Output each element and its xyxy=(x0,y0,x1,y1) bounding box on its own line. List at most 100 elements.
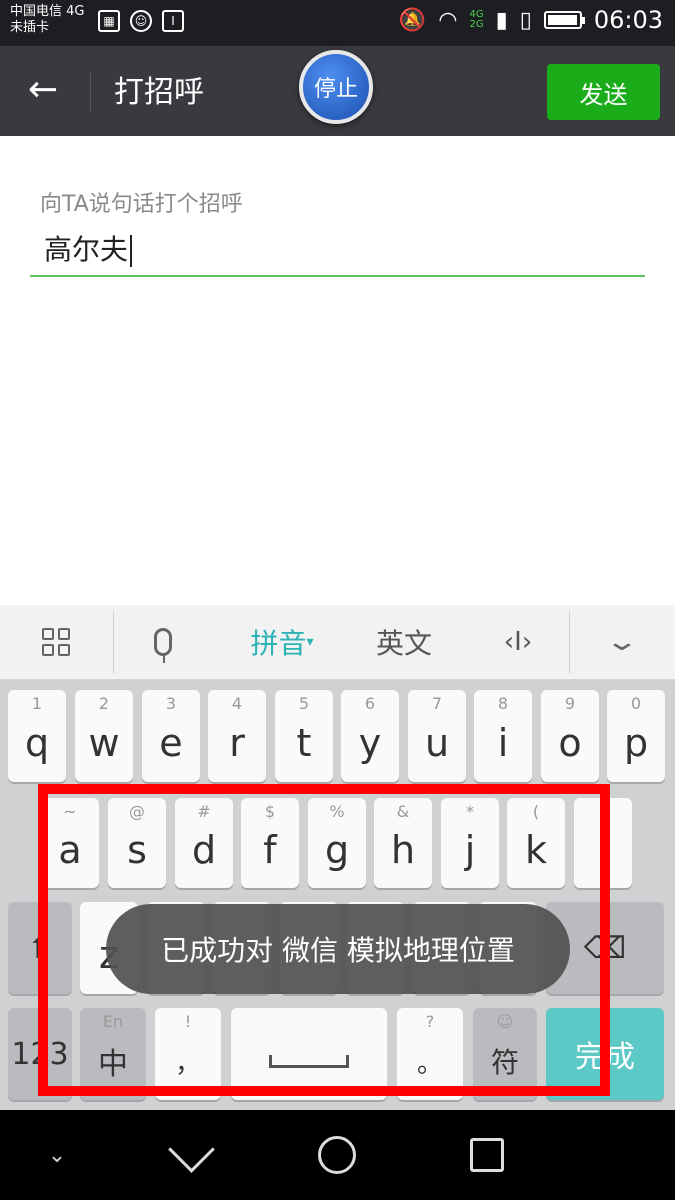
key-sub-label: % xyxy=(329,802,345,821)
number-mode-key[interactable]: 123 xyxy=(8,1008,72,1100)
key-sub-label: & xyxy=(396,802,410,821)
key-label: w xyxy=(88,721,120,765)
key-label: e xyxy=(159,721,183,765)
recent-apps-icon[interactable] xyxy=(460,1110,514,1200)
key-label: 。 xyxy=(416,1048,443,1079)
shift-key[interactable]: ⬆ xyxy=(8,902,72,994)
key-label: f xyxy=(263,828,277,872)
key-label: g xyxy=(324,828,350,872)
key-label: 中 xyxy=(98,1047,128,1082)
greeting-input[interactable]: 高尔夫 xyxy=(44,228,133,268)
key-y[interactable]: 6y xyxy=(341,690,399,782)
key-label: p xyxy=(623,721,649,765)
input-underline xyxy=(30,275,645,277)
key-j[interactable]: * j xyxy=(441,798,499,888)
greeting-hint: 向TA说句话打个招呼 xyxy=(40,192,243,217)
battery-fill xyxy=(547,15,577,25)
key-label: k xyxy=(524,828,547,872)
key-label: j xyxy=(464,828,476,872)
key-label: u xyxy=(424,721,450,765)
keyboard: 1q 2w 3e 4r 5t 6y 7u 8i 9o 0p ~ a @ s # d $… xyxy=(0,680,675,1110)
language-switch-key[interactable]: En 中 xyxy=(80,1008,146,1100)
key-q[interactable]: 1q xyxy=(8,690,66,782)
key-e[interactable]: 3e xyxy=(142,690,200,782)
period-key[interactable]: ?。 xyxy=(397,1008,463,1100)
key-label: y xyxy=(358,721,382,765)
back-arrow-icon[interactable]: ← xyxy=(28,68,58,112)
microphone-icon[interactable] xyxy=(130,605,196,679)
backspace-icon: ⌫ xyxy=(583,930,627,966)
sim-status: 未插卡 xyxy=(10,20,50,35)
key-u[interactable]: 7u xyxy=(408,690,466,782)
greeting-input-value: 高尔夫 xyxy=(44,233,129,266)
key-l[interactable] xyxy=(574,798,632,888)
send-button[interactable]: 发送 xyxy=(547,64,660,120)
key-sub-label: 9 xyxy=(564,694,576,713)
english-mode-button[interactable]: 英文 xyxy=(356,605,452,679)
key-sub-label: $ xyxy=(264,802,276,821)
wifi-icon: ◠ xyxy=(438,7,458,33)
key-f[interactable]: $ f xyxy=(241,798,299,888)
status-bar: 中国电信 4G 未插卡 ▦ ☺ I 🔕 ◠ 4G 2G ▮ ▯ 06:03 xyxy=(0,0,675,46)
sim-icon: ▯ xyxy=(519,7,532,33)
key-sub-label: ~ xyxy=(63,802,77,821)
cursor-control-icon[interactable]: ‹I› xyxy=(482,605,554,679)
key-sub-label: 3 xyxy=(165,694,177,713)
collapse-icon[interactable]: ⌄ xyxy=(30,1110,84,1200)
grid-menu-icon[interactable] xyxy=(20,605,92,679)
stop-button[interactable]: 停止 xyxy=(299,50,373,124)
key-label: t xyxy=(296,721,312,765)
title-divider xyxy=(90,72,91,112)
key-p[interactable]: 0p xyxy=(607,690,665,782)
symbol-key[interactable]: ☺ 符 xyxy=(473,1008,537,1100)
back-nav-icon[interactable] xyxy=(164,1110,218,1200)
pinyin-mode-button[interactable]: 拼音 ▾ xyxy=(232,605,332,679)
key-g[interactable]: % g xyxy=(308,798,366,888)
key-sub-label: 0 xyxy=(630,694,642,713)
key-d[interactable]: # d xyxy=(175,798,233,888)
key-s[interactable]: @ s xyxy=(108,798,166,888)
dropdown-arrow-icon: ▾ xyxy=(306,634,314,650)
key-label: r xyxy=(229,721,245,765)
key-w[interactable]: 2w xyxy=(75,690,133,782)
key-sub-label: 2 xyxy=(98,694,110,713)
notice-icon: I xyxy=(162,10,184,32)
carrier-info: 中国电信 4G 未插卡 xyxy=(10,4,84,36)
space-bar-icon xyxy=(269,1054,349,1068)
key-a[interactable]: ~ a xyxy=(41,798,99,888)
hide-keyboard-icon[interactable]: ⌄ xyxy=(586,605,658,679)
shift-arrow-icon: ⬆ xyxy=(27,930,53,966)
key-k[interactable]: (k xyxy=(507,798,565,888)
done-key[interactable]: 完成 xyxy=(546,1008,664,1100)
key-sub-label: ! xyxy=(184,1012,192,1031)
toolbar-divider xyxy=(113,611,114,673)
key-sub-label: 7 xyxy=(431,694,443,713)
comma-key[interactable]: !， xyxy=(155,1008,221,1100)
key-t[interactable]: 5t xyxy=(275,690,333,782)
clock: 06:03 xyxy=(593,6,663,34)
title-bar: ← 打招呼 停止 发送 xyxy=(0,46,675,136)
network-type: 4G 2G xyxy=(469,10,483,30)
image-icon: ▦ xyxy=(98,10,120,32)
key-sub-label: 8 xyxy=(497,694,509,713)
key-sub-label: 6 xyxy=(364,694,376,713)
key-i[interactable]: 8i xyxy=(474,690,532,782)
toolbar-divider xyxy=(569,611,570,673)
network-2g: 2G xyxy=(469,19,484,30)
key-label: d xyxy=(191,828,217,872)
key-label: a xyxy=(58,828,82,872)
key-label: 符 xyxy=(490,1046,519,1079)
key-h[interactable]: & h xyxy=(374,798,432,888)
key-r[interactable]: 4r xyxy=(208,690,266,782)
space-key[interactable] xyxy=(231,1008,387,1100)
key-o[interactable]: 9o xyxy=(541,690,599,782)
key-sub-label: 1 xyxy=(31,694,43,713)
key-sub-label: @ xyxy=(129,802,145,821)
carrier-name: 中国电信 4G xyxy=(10,4,85,19)
key-sub-label: ( xyxy=(532,802,540,821)
key-sub-label: 5 xyxy=(298,694,310,713)
key-label: h xyxy=(390,828,416,872)
home-icon[interactable] xyxy=(310,1110,364,1200)
key-sub-label: ☺ xyxy=(496,1012,514,1031)
page-title: 打招呼 xyxy=(114,75,204,110)
